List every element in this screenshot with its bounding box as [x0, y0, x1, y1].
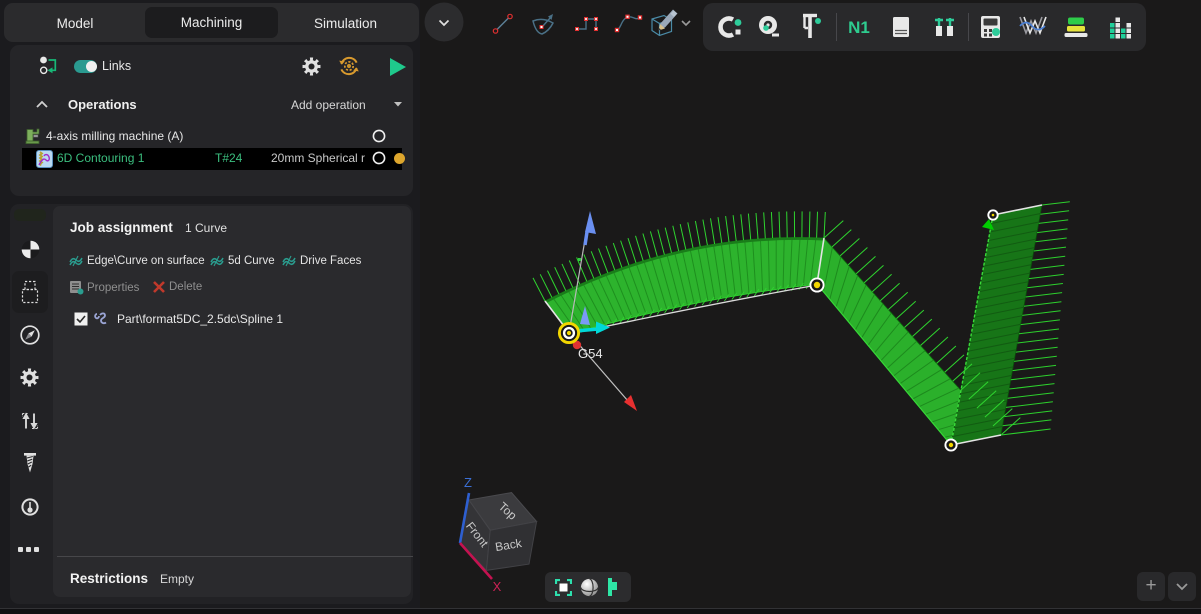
- svg-text:X: X: [493, 579, 502, 594]
- svg-text:N1: N1: [848, 18, 870, 37]
- svg-text:Z: Z: [464, 475, 472, 490]
- svg-text:G54: G54: [578, 346, 603, 361]
